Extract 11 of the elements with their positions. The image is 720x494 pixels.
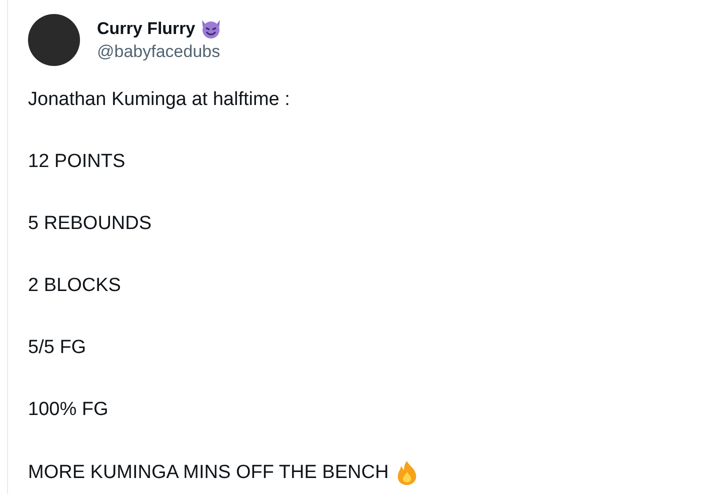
post-text: MORE KUMINGA MINS OFF THE BENCH	[28, 461, 389, 485]
smiling-devil-icon	[200, 18, 222, 38]
post-text: 5 REBOUNDS	[28, 212, 152, 236]
post-text: Jonathan Kuminga at halftime :	[28, 88, 290, 112]
display-name[interactable]: Curry Flurry	[97, 18, 196, 38]
post-text: 5/5 FG	[28, 336, 86, 360]
avatar-placeholder[interactable]	[28, 14, 80, 66]
post-text: 100% FG	[28, 398, 108, 422]
post-text: 2 BLOCKS	[28, 274, 121, 298]
post-text: 12 POINTS	[28, 150, 126, 174]
user-handle[interactable]: @babyfacedubs	[97, 42, 222, 62]
